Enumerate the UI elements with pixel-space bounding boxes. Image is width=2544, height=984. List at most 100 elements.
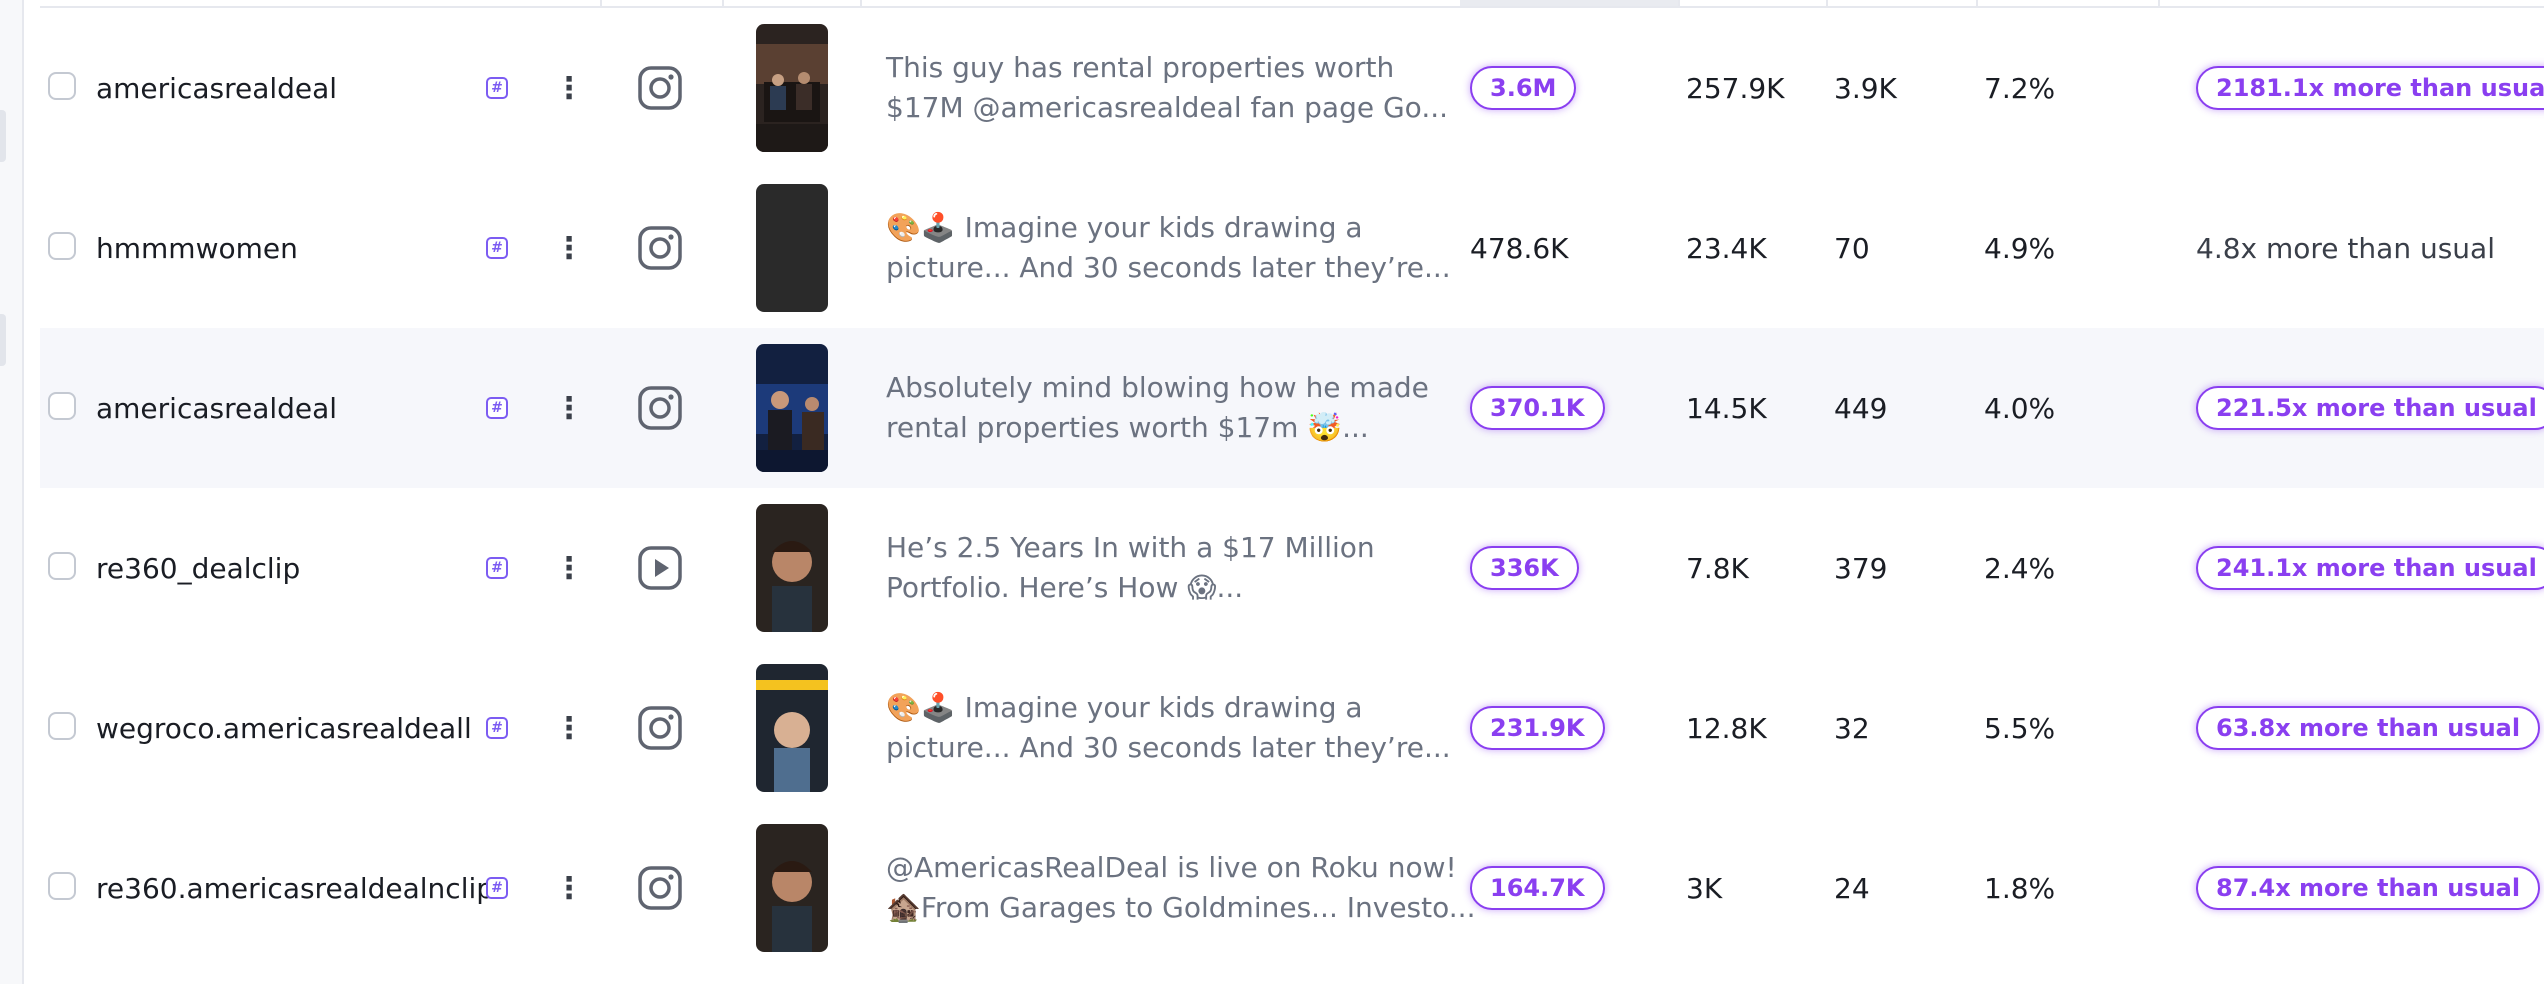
caption-line: picture... And 30 seconds later they’re.… <box>886 251 1451 284</box>
post-thumbnail[interactable] <box>756 344 828 472</box>
sidebar-collapse-handle[interactable] <box>0 110 6 162</box>
caption-line: 🏚️From Garages to Goldmines... Investo..… <box>886 891 1476 924</box>
post-caption[interactable]: He’s 2.5 Years In with a $17 Million Por… <box>886 488 1486 648</box>
row-select-checkbox[interactable] <box>48 712 76 740</box>
column-divider <box>1678 0 1680 6</box>
column-divider <box>1826 0 1828 6</box>
post-thumbnail[interactable] <box>756 504 828 632</box>
table-header-edge <box>40 0 2544 8</box>
engagement-rate: 7.2% <box>1984 71 2056 105</box>
creator-username[interactable]: americasrealdeal <box>96 328 337 488</box>
row-select-checkbox[interactable] <box>48 552 76 580</box>
creator-username[interactable]: wegroco.americasrealdeall <box>96 648 472 808</box>
post-thumbnail[interactable] <box>756 824 828 952</box>
caption-line: $17M @americasrealdeal fan page Go... <box>886 91 1449 124</box>
column-divider <box>860 0 862 6</box>
post-thumbnail[interactable] <box>756 184 828 312</box>
youtube-play-icon[interactable] <box>636 544 684 592</box>
row-select-checkbox[interactable] <box>48 872 76 900</box>
creator-username[interactable]: re360_dealclip <box>96 488 300 648</box>
outlier-cell: 221.5x more than usual <box>2196 328 2544 488</box>
views-badge: 3.6M <box>1470 66 1577 110</box>
hashtag-icon[interactable]: # <box>486 77 508 99</box>
creator-username[interactable]: americasrealdeal <box>96 8 337 168</box>
table-row[interactable]: re360_dealclip # ⋮ He’s 2.5 Years In wit… <box>40 488 2544 648</box>
posts-table: americasrealdeal # ⋮ This guy has rental… <box>40 8 2544 968</box>
outlier-badge: 63.8x more than usual <box>2196 706 2541 750</box>
more-options-icon[interactable]: ⋮ <box>551 70 587 106</box>
engagement-rate: 5.5% <box>1984 711 2056 745</box>
likes-value: 23.4K <box>1686 231 1767 265</box>
hashtag-icon[interactable]: # <box>486 877 508 899</box>
outlier-cell: 241.1x more than usual <box>2196 488 2544 648</box>
caption-line: Portfolio. Here’s How 😱... <box>886 571 1244 604</box>
post-caption[interactable]: This guy has rental properties worth $17… <box>886 8 1486 168</box>
row-select-checkbox[interactable] <box>48 392 76 420</box>
caption-line: 🎨🕹️ Imagine your kids drawing a <box>886 211 1363 244</box>
outlier-cell: 87.4x more than usual <box>2196 808 2541 968</box>
post-caption[interactable]: 🎨🕹️ Imagine your kids drawing a picture.… <box>886 168 1486 328</box>
outlier-cell: 4.8x more than usual <box>2196 168 2495 328</box>
engagement-rate: 4.0% <box>1984 391 2056 425</box>
engagement-rate: 4.9% <box>1984 231 2056 265</box>
row-select-checkbox[interactable] <box>48 72 76 100</box>
more-options-icon[interactable]: ⋮ <box>551 230 587 266</box>
likes-value: 14.5K <box>1686 391 1767 425</box>
outlier-cell: 63.8x more than usual <box>2196 648 2541 808</box>
column-divider <box>2158 0 2160 6</box>
caption-line: rental properties worth $17m 🤯... <box>886 411 1369 444</box>
views-badge: 336K <box>1470 546 1579 590</box>
views-badge: 370.1K <box>1470 386 1605 430</box>
creator-username[interactable]: re360.americasrealdealnclip <box>96 808 494 968</box>
post-caption[interactable]: 🎨🕹️ Imagine your kids drawing a picture.… <box>886 648 1486 808</box>
instagram-icon[interactable] <box>636 864 684 912</box>
instagram-icon[interactable] <box>636 224 684 272</box>
more-options-icon[interactable]: ⋮ <box>551 390 587 426</box>
more-options-icon[interactable]: ⋮ <box>551 870 587 906</box>
outlier-badge: 87.4x more than usual <box>2196 866 2541 910</box>
caption-line: picture... And 30 seconds later they’re.… <box>886 731 1451 764</box>
views-badge: 164.7K <box>1470 866 1605 910</box>
column-divider <box>1976 0 1978 6</box>
instagram-icon[interactable] <box>636 704 684 752</box>
comments-value: 379 <box>1834 551 1888 585</box>
likes-value: 257.9K <box>1686 71 1785 105</box>
table-row[interactable]: hmmmwomen # ⋮ 🎨🕹️ Imagine your kids draw… <box>40 168 2544 328</box>
views-cell: 478.6K <box>1470 168 1569 328</box>
more-options-icon[interactable]: ⋮ <box>551 550 587 586</box>
views-badge: 231.9K <box>1470 706 1605 750</box>
post-caption[interactable]: Absolutely mind blowing how he made rent… <box>886 328 1486 488</box>
table-row[interactable]: americasrealdeal # ⋮ This guy has rental… <box>40 8 2544 168</box>
post-caption[interactable]: @AmericasRealDeal is live on Roku now! 🏚… <box>886 808 1486 968</box>
comments-value: 70 <box>1834 231 1870 265</box>
post-thumbnail[interactable] <box>756 24 828 152</box>
more-options-icon[interactable]: ⋮ <box>551 710 587 746</box>
sorted-column-header[interactable] <box>1460 0 1678 6</box>
comments-value: 32 <box>1834 711 1870 745</box>
views-cell: 370.1K <box>1470 328 1605 488</box>
creator-username[interactable]: hmmmwomen <box>96 168 298 328</box>
hashtag-icon[interactable]: # <box>486 557 508 579</box>
hashtag-icon[interactable]: # <box>486 237 508 259</box>
likes-value: 7.8K <box>1686 551 1749 585</box>
outlier-cell: 2181.1x more than usual <box>2196 8 2544 168</box>
row-select-checkbox[interactable] <box>48 232 76 260</box>
likes-value: 3K <box>1686 871 1723 905</box>
post-thumbnail[interactable] <box>756 664 828 792</box>
table-row[interactable]: americasrealdeal # ⋮ Absolutely mind blo… <box>40 328 2544 488</box>
column-divider <box>722 0 724 6</box>
likes-value: 12.8K <box>1686 711 1767 745</box>
views-cell: 336K <box>1470 488 1579 648</box>
hashtag-icon[interactable]: # <box>486 397 508 419</box>
comments-value: 3.9K <box>1834 71 1897 105</box>
instagram-icon[interactable] <box>636 384 684 432</box>
table-row[interactable]: re360.americasrealdealnclip # ⋮ @America… <box>40 808 2544 968</box>
hashtag-icon[interactable]: # <box>486 717 508 739</box>
sidebar-collapse-handle[interactable] <box>0 314 6 366</box>
comments-value: 449 <box>1834 391 1888 425</box>
caption-line: 🎨🕹️ Imagine your kids drawing a <box>886 691 1363 724</box>
instagram-icon[interactable] <box>636 64 684 112</box>
table-row[interactable]: wegroco.americasrealdeall # ⋮ 🎨🕹️ Imagin… <box>40 648 2544 808</box>
left-sidebar-rail <box>0 0 24 984</box>
caption-line: He’s 2.5 Years In with a $17 Million <box>886 531 1375 564</box>
